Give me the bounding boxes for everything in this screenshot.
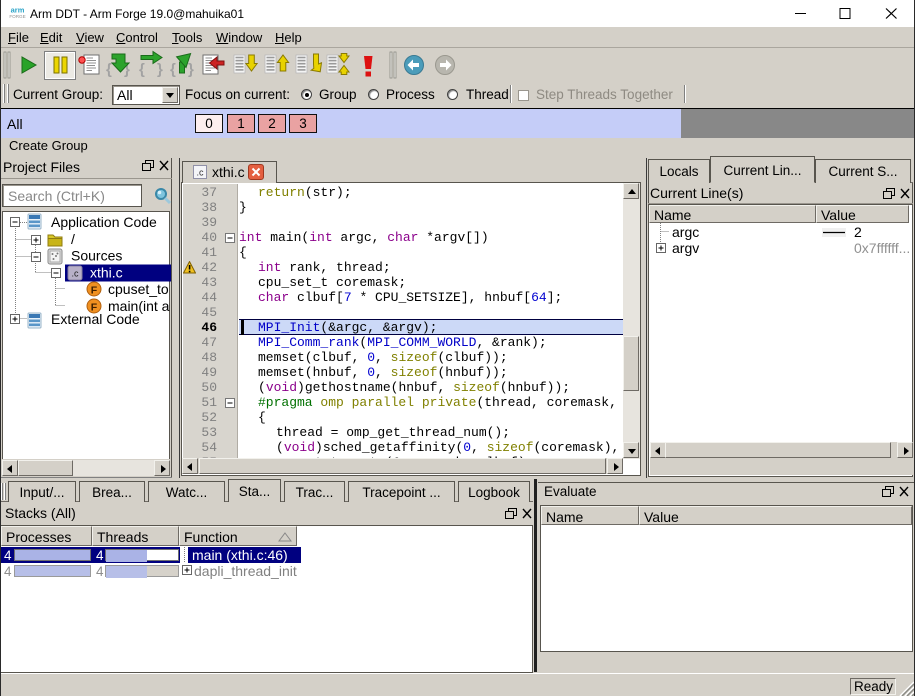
svg-text:/: / — [71, 231, 75, 247]
svg-text:Sources: Sources — [71, 248, 122, 264]
svg-text:Application Code: Application Code — [51, 214, 157, 230]
svg-text:}: } — [188, 61, 194, 78]
svg-text:cpuset_to: cpuset_to — [108, 281, 169, 297]
svg-text:{: { — [170, 61, 176, 78]
svg-text:{: { — [106, 61, 112, 78]
svg-text:F: F — [91, 285, 98, 297]
svg-text:{: { — [139, 61, 145, 78]
svg-text:xthi.c: xthi.c — [90, 265, 123, 281]
svg-text:}: } — [157, 61, 163, 78]
svg-text:.c: .c — [71, 269, 79, 279]
svg-text:argc: argc — [672, 224, 699, 240]
svg-text:FORGE: FORGE — [9, 14, 25, 19]
svg-text:External Code: External Code — [51, 311, 140, 327]
svg-text:.c: .c — [196, 168, 204, 178]
svg-text:0x7ffffff...: 0x7ffffff... — [854, 240, 909, 256]
svg-text:argv: argv — [672, 240, 699, 256]
svg-text:2: 2 — [854, 224, 862, 240]
